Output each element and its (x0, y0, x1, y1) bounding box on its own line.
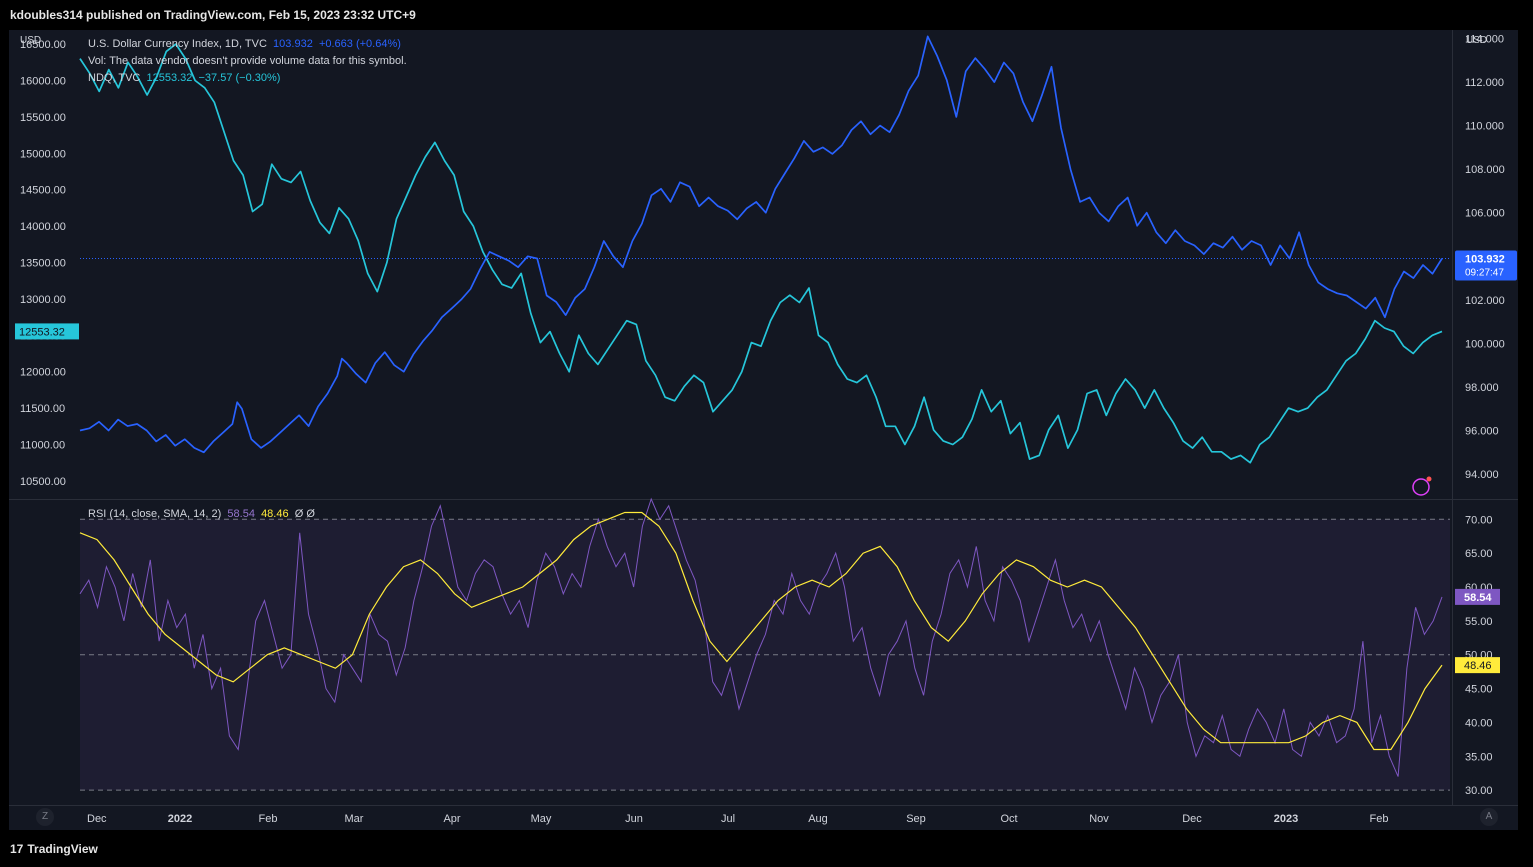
chart-svg[interactable]: 16500.0016000.0015500.0015000.0014500.00… (0, 0, 1533, 867)
right-tick-label: 96.000 (1465, 425, 1499, 437)
legend-dxy-name: U.S. Dollar Currency Index, 1D, TVC (88, 38, 267, 50)
left-tick-label: 14500.00 (20, 185, 66, 197)
dxy-price-badge-value: 103.932 (1465, 253, 1505, 265)
legend-ndq-name: NDQ, TVC (88, 72, 141, 84)
rsi-legend-extra: Ø Ø (294, 508, 315, 520)
time-tick-label: Oct (1000, 813, 1017, 825)
rsi-tick-label: 40.00 (1465, 717, 1493, 729)
right-tick-label: 106.000 (1465, 208, 1505, 220)
left-tick-label: 15500.00 (20, 112, 66, 124)
right-tick-label: 98.000 (1465, 382, 1499, 394)
right-tick-label: 108.000 (1465, 164, 1505, 176)
time-tick-label: Aug (808, 813, 828, 825)
left-tick-label: 13000.00 (20, 294, 66, 306)
brand-text: TradingView (27, 842, 98, 856)
time-tick-label: 2022 (168, 813, 192, 825)
right-tick-label: 94.000 (1465, 469, 1499, 481)
legend-ndq-change: −37.57 (−0.30%) (198, 72, 281, 84)
legend-ndq-row[interactable]: NDQ, TVC 12553.32 −37.57 (−0.30%) (88, 70, 407, 87)
left-axis-unit: USD (20, 35, 42, 46)
legend-ndq-last: 12553.32 (146, 72, 193, 84)
rsi-tick-label: 35.00 (1465, 751, 1493, 763)
dxy-time-badge-value: 09:27:47 (1465, 267, 1504, 278)
time-tick-label: Sep (906, 813, 926, 825)
right-tick-label: 102.000 (1465, 295, 1505, 307)
rsi-tick-label: 65.00 (1465, 548, 1493, 560)
footer-bar (0, 830, 1533, 867)
tradingview-brand[interactable]: 17 TradingView (10, 842, 98, 856)
legend-vol-row: Vol: The data vendor doesn't provide vol… (88, 55, 407, 67)
left-tick-label: 14000.00 (20, 221, 66, 233)
left-tick-label: 12000.00 (20, 367, 66, 379)
main-pane-bg (9, 30, 1518, 500)
tradingview-logo-icon: 17 (10, 842, 24, 856)
time-tick-label: Jun (625, 813, 643, 825)
rsi-tick-label: 45.00 (1465, 684, 1493, 696)
auto-scale-button[interactable]: A (1480, 808, 1498, 826)
time-tick-label: Dec (87, 813, 107, 825)
right-tick-label: 112.000 (1465, 77, 1504, 89)
main-legend[interactable]: U.S. Dollar Currency Index, 1D, TVC 103.… (88, 36, 407, 87)
ndq-price-badge-value: 12553.32 (19, 326, 65, 338)
right-tick-label: 100.000 (1465, 338, 1505, 350)
rsi-value-badge-text: 58.54 (1464, 592, 1492, 604)
left-tick-label: 11000.00 (20, 439, 65, 451)
zoom-button[interactable]: Z (36, 808, 54, 826)
time-tick-label: Nov (1089, 813, 1109, 825)
legend-dxy-change: +0.663 (+0.64%) (318, 38, 401, 50)
rsi-ma-badge-text: 48.46 (1464, 660, 1492, 672)
left-tick-label: 15000.00 (20, 148, 66, 160)
left-tick-label: 16000.00 (20, 75, 66, 87)
rsi-tick-label: 70.00 (1465, 514, 1493, 526)
time-tick-label: Apr (443, 813, 460, 825)
left-tick-label: 10500.00 (20, 476, 66, 488)
time-tick-label: 2023 (1274, 813, 1298, 825)
rsi-tick-label: 30.00 (1465, 785, 1493, 797)
left-tick-label: 13500.00 (20, 257, 66, 269)
time-tick-label: Dec (1182, 813, 1202, 825)
rsi-legend[interactable]: RSI (14, close, SMA, 14, 2) 58.54 48.46 … (88, 508, 315, 520)
alert-dot-icon (1426, 476, 1432, 482)
rsi-legend-value: 58.54 (227, 508, 255, 520)
left-tick-label: 11500.00 (20, 403, 65, 415)
legend-dxy-row[interactable]: U.S. Dollar Currency Index, 1D, TVC 103.… (88, 36, 407, 53)
time-tick-label: Feb (1370, 813, 1389, 825)
right-axis-unit: USD (1466, 35, 1488, 46)
time-tick-label: May (531, 813, 552, 825)
rsi-legend-ma: 48.46 (261, 508, 289, 520)
legend-dxy-last: 103.932 (273, 38, 313, 50)
right-tick-label: 110.000 (1465, 121, 1504, 133)
time-tick-label: Feb (259, 813, 278, 825)
time-tick-label: Jul (721, 813, 735, 825)
time-tick-label: Mar (345, 813, 364, 825)
rsi-tick-label: 55.00 (1465, 616, 1493, 628)
rsi-legend-label: RSI (14, close, SMA, 14, 2) (88, 508, 222, 520)
